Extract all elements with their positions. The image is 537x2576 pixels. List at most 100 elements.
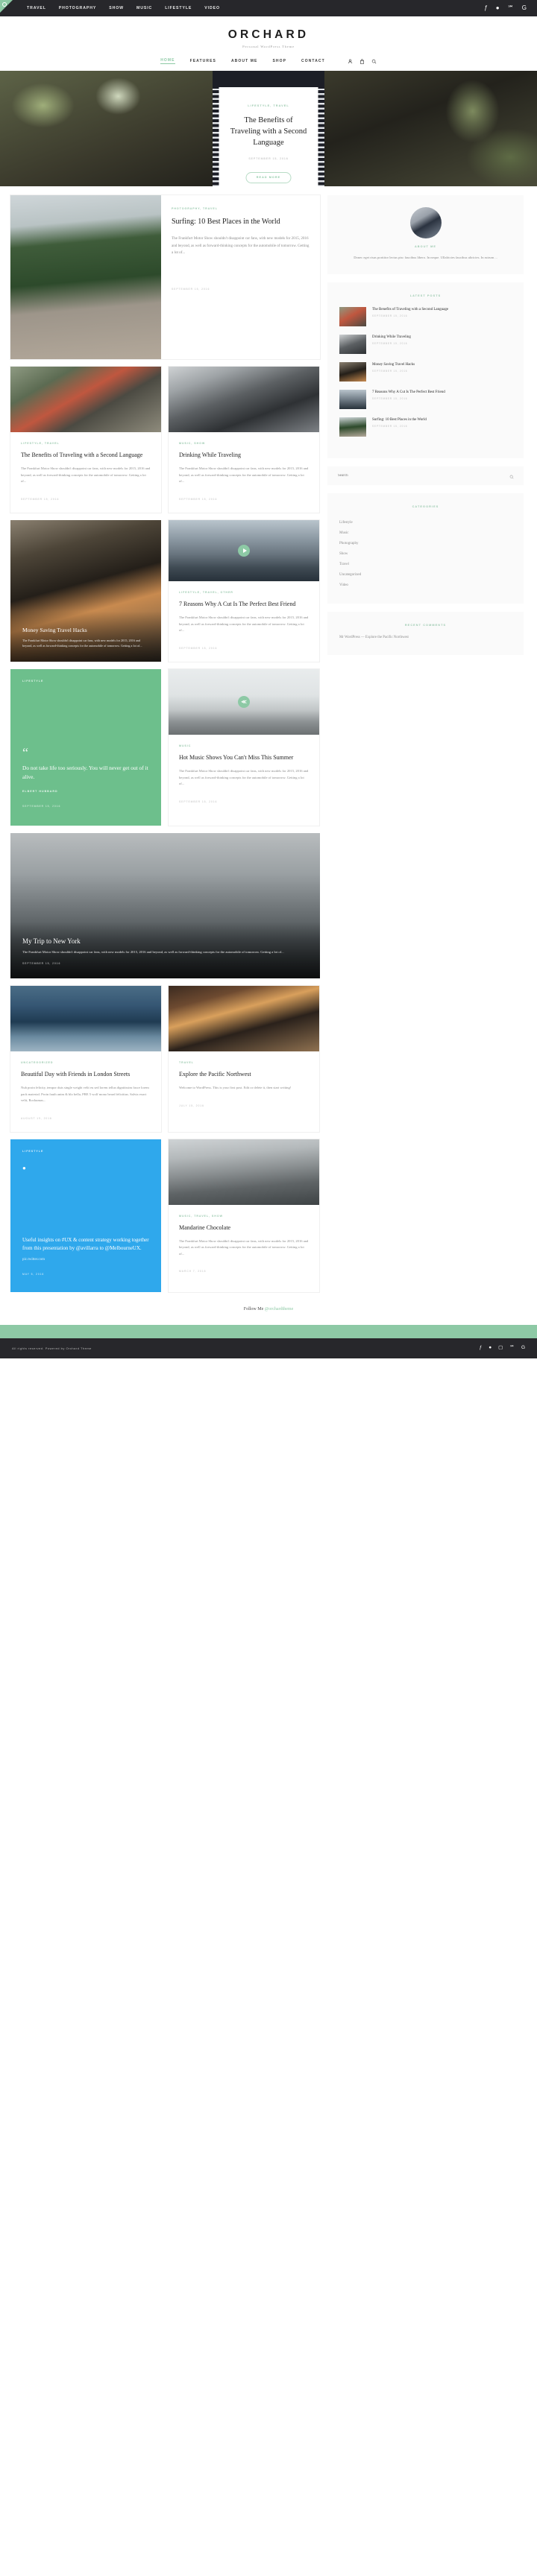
googleplus-icon[interactable]: G (521, 1345, 525, 1351)
latest-post-thumbnail[interactable] (339, 417, 366, 437)
facebook-icon[interactable]: ƒ (484, 5, 487, 11)
googleplus-icon[interactable]: G (522, 5, 527, 11)
follow-handle[interactable]: @orchardtheme (265, 1307, 294, 1311)
post-thumbnail-hotmusic[interactable]: ≪ (169, 668, 319, 735)
search-input[interactable] (327, 466, 524, 486)
play-icon[interactable] (238, 544, 250, 557)
post-title[interactable]: 7 Reasons Why A Cut Is The Perfect Best … (179, 600, 309, 608)
post-title[interactable]: My Trip to New York (22, 937, 308, 945)
search-icon[interactable] (509, 469, 514, 483)
post-card-benefits[interactable]: LIFESTYLE, TRAVEL The Benefits of Travel… (10, 367, 161, 513)
post-thumbnail-benefits[interactable] (10, 367, 161, 432)
post-card-mandarine[interactable]: MUSIC, TRAVEL, SHOW Mandarine Chocolate … (169, 1139, 319, 1292)
post-card-hotmusic[interactable]: ≪ MUSIC Hot Music Shows You Can't Miss T… (169, 668, 319, 826)
post-title[interactable]: The Benefits of Traveling with a Second … (21, 451, 151, 459)
post-title[interactable]: Drinking While Traveling (179, 451, 309, 459)
category-video[interactable]: Video (339, 580, 512, 590)
post-thumbnail-reasons[interactable] (169, 519, 319, 581)
latest-post-title[interactable]: The Benefits of Traveling with a Second … (372, 307, 448, 312)
site-logo[interactable]: ORCHARD (0, 28, 537, 42)
hero-feature-card[interactable]: LIFESTYLE, TRAVEL The Benefits of Travel… (219, 87, 318, 186)
hero-read-more-button[interactable]: READ MORE (245, 171, 292, 183)
post-card-newyork[interactable]: My Trip to New York The Frankfurt Motor … (10, 832, 320, 978)
latest-post-title[interactable]: Drinking While Traveling (372, 335, 411, 340)
latest-post-title[interactable]: Money Saving Travel Hacks (372, 362, 415, 367)
post-card-surfing[interactable]: PHOTOGRAPHY, TRAVEL Surfing: 10 Best Pla… (0, 0, 320, 359)
category-uncategorized[interactable]: Uncategorized (339, 569, 512, 580)
twitter-icon[interactable]: ● (489, 1345, 492, 1351)
post-date: SEPTEMBER 15, 2016 (22, 961, 61, 965)
top-nav-show[interactable]: Show (109, 6, 124, 10)
twitter-icon[interactable]: ● (496, 5, 500, 11)
search-icon[interactable] (371, 59, 377, 64)
post-title[interactable]: Explore the Pacific Northwest (179, 1070, 309, 1078)
post-card-money[interactable]: Money Saving Travel Hacks The Frankfurt … (10, 519, 161, 662)
list-item[interactable]: Money Saving Travel Hacks SEPTEMBER 15, … (339, 362, 512, 382)
nav-about-me[interactable]: About Me (231, 59, 257, 63)
bag-icon[interactable] (359, 58, 365, 64)
post-category[interactable]: LIFESTYLE (22, 1150, 43, 1153)
category-photography[interactable]: Photography (339, 538, 512, 548)
latest-post-thumbnail[interactable] (339, 362, 366, 382)
list-item[interactable]: Surfing: 10 Best Places in the World SEP… (339, 417, 512, 437)
post-title[interactable]: Beautiful Day with Friends in London Str… (21, 1070, 151, 1078)
vk-icon[interactable]: ℠ (508, 5, 514, 11)
post-content-reasons: LIFESTYLE, TRAVEL, OTHER 7 Reasons Why A… (169, 581, 319, 662)
category-travel[interactable]: Travel (339, 559, 512, 569)
vk-icon[interactable]: ℠ (509, 1345, 515, 1351)
recent-comment-item[interactable]: Mr WordPress — Explore the Pacific North… (339, 635, 512, 641)
top-nav-video[interactable]: Video (204, 6, 220, 10)
post-card-tweet[interactable]: LIFESTYLE ● Useful insights on #UX & con… (10, 1139, 161, 1292)
post-title[interactable]: Money Saving Travel Hacks (22, 627, 149, 633)
post-category[interactable]: MUSIC, SHOW (179, 442, 309, 445)
tweet-link[interactable]: pic.twitter.com (22, 1257, 149, 1263)
list-item[interactable]: Drinking While Traveling SEPTEMBER 15, 2… (339, 335, 512, 355)
latest-post-thumbnail[interactable] (339, 390, 366, 410)
post-thumbnail-pacific[interactable] (169, 985, 319, 1051)
category-music[interactable]: Music (339, 528, 512, 538)
nav-home[interactable]: Home (160, 58, 175, 64)
post-card-quote[interactable]: LIFESTYLE “ Do not take life too serious… (10, 668, 161, 826)
post-category[interactable]: MUSIC (179, 744, 309, 747)
hero-title[interactable]: The Benefits of Traveling with a Second … (229, 115, 309, 149)
latest-post-thumbnail[interactable] (339, 335, 366, 355)
post-thumbnail-london[interactable] (10, 985, 161, 1051)
post-category[interactable]: LIFESTYLE (22, 680, 43, 683)
category-show[interactable]: Show (339, 548, 512, 559)
category-lifestyle[interactable]: Lifestyle (339, 517, 512, 528)
post-thumbnail-drinking[interactable] (169, 367, 319, 432)
top-nav-lifestyle[interactable]: Lifestyle (165, 6, 192, 10)
post-category[interactable]: PHOTOGRAPHY, TRAVEL (172, 207, 310, 210)
post-title[interactable]: Surfing: 10 Best Places in the World (172, 217, 310, 227)
top-nav-photography[interactable]: Photography (59, 6, 96, 10)
nav-contact[interactable]: Contact (301, 59, 325, 63)
facebook-icon[interactable]: ƒ (480, 1345, 483, 1351)
user-icon[interactable] (348, 59, 353, 64)
post-category[interactable]: MUSIC, TRAVEL, SHOW (179, 1215, 309, 1218)
hero-category[interactable]: LIFESTYLE, TRAVEL (229, 104, 309, 107)
post-category[interactable]: LIFESTYLE, TRAVEL (21, 442, 151, 445)
latest-post-title[interactable]: Surfing: 10 Best Places in the World (372, 417, 427, 423)
post-thumbnail-surfing[interactable] (10, 195, 161, 359)
top-nav-travel[interactable]: Travel (27, 6, 46, 10)
post-thumbnail-mandarine[interactable] (169, 1139, 319, 1205)
latest-post-thumbnail[interactable] (339, 307, 366, 327)
post-card-reasons[interactable]: LIFESTYLE, TRAVEL, OTHER 7 Reasons Why A… (169, 519, 319, 662)
gallery-icon[interactable]: ≪ (238, 695, 250, 708)
post-title[interactable]: Hot Music Shows You Can't Miss This Summ… (179, 753, 309, 762)
widget-title: ABOUT ME (414, 245, 437, 248)
latest-post-title[interactable]: 7 Reasons Why A Cut Is The Perfect Best … (372, 390, 445, 395)
top-nav-music[interactable]: Music (136, 6, 152, 10)
nav-shop[interactable]: Shop (272, 59, 286, 63)
post-category[interactable]: TRAVEL (179, 1061, 309, 1064)
nav-features[interactable]: Features (190, 59, 216, 63)
post-card-drinking[interactable]: MUSIC, SHOW Drinking While Traveling The… (169, 367, 319, 513)
post-card-london[interactable]: UNCATEGORIZED Beautiful Day with Friends… (10, 985, 161, 1132)
post-card-pacific[interactable]: TRAVEL Explore the Pacific Northwest Wel… (169, 985, 319, 1132)
post-category[interactable]: LIFESTYLE, TRAVEL, OTHER (179, 591, 309, 594)
list-item[interactable]: The Benefits of Traveling with a Second … (339, 307, 512, 327)
post-category[interactable]: UNCATEGORIZED (21, 1061, 151, 1064)
list-item[interactable]: 7 Reasons Why A Cut Is The Perfect Best … (339, 390, 512, 410)
post-title[interactable]: Mandarine Chocolate (179, 1224, 309, 1232)
instagram-icon[interactable]: ▢ (498, 1345, 503, 1351)
